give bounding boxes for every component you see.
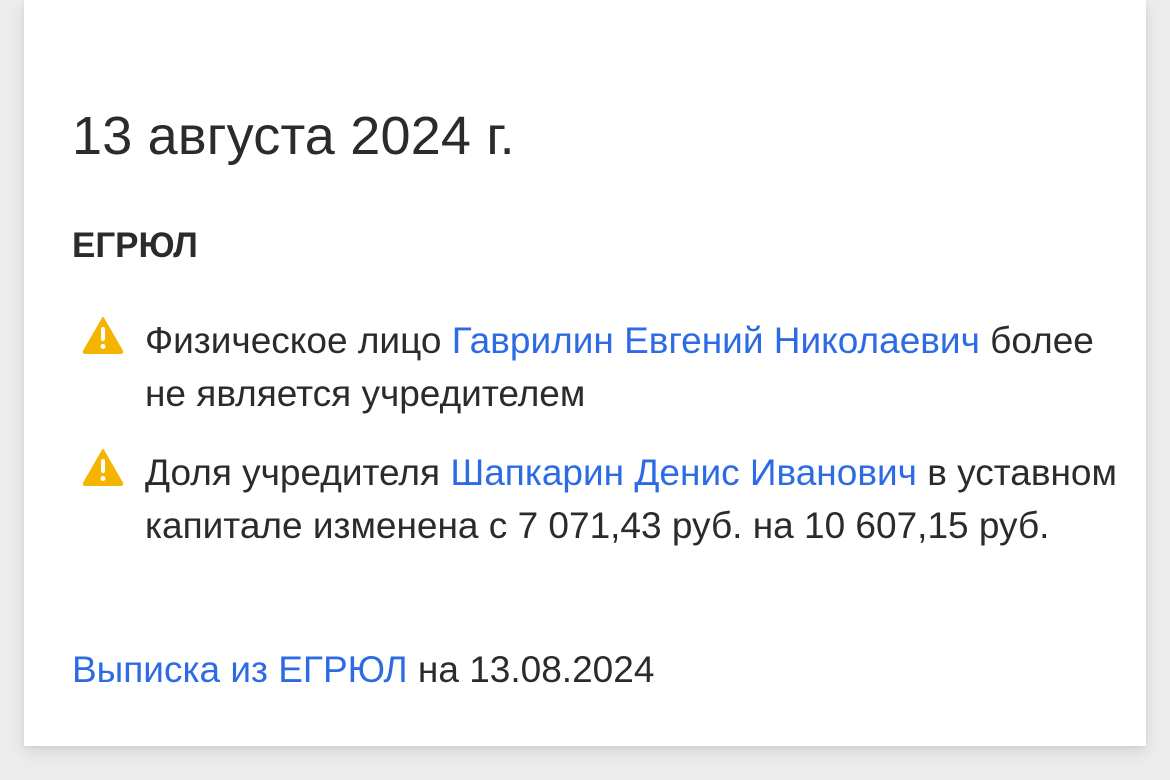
egrul-extract-link[interactable]: Выписка из ЕГРЮЛ xyxy=(72,649,408,690)
event-text: Физическое лицо Гаврилин Евгений Николае… xyxy=(145,314,1122,420)
person-link-shapkarin[interactable]: Шапкарин Денис Иванович xyxy=(450,452,917,493)
extract-line: Выписка из ЕГРЮЛ на 13.08.2024 xyxy=(72,644,654,696)
warning-icon xyxy=(82,317,124,354)
extract-date-text: на 13.08.2024 xyxy=(407,649,655,690)
warning-icon xyxy=(82,449,124,486)
event-text: Доля учредителя Шапкарин Денис Иванович … xyxy=(145,446,1122,552)
event-text-before: Физическое лицо xyxy=(145,320,452,361)
event-card: 13 августа 2024 г. ЕГРЮЛ Физическое лицо… xyxy=(24,0,1146,746)
section-title: ЕГРЮЛ xyxy=(72,226,198,265)
event-item-founder-removed: Физическое лицо Гаврилин Евгений Николае… xyxy=(72,314,1122,420)
event-text-before: Доля учредителя xyxy=(145,452,451,493)
person-link-gavrilin[interactable]: Гаврилин Евгений Николаевич xyxy=(452,320,980,361)
event-item-share-changed: Доля учредителя Шапкарин Денис Иванович … xyxy=(72,446,1122,552)
date-heading: 13 августа 2024 г. xyxy=(72,106,515,166)
